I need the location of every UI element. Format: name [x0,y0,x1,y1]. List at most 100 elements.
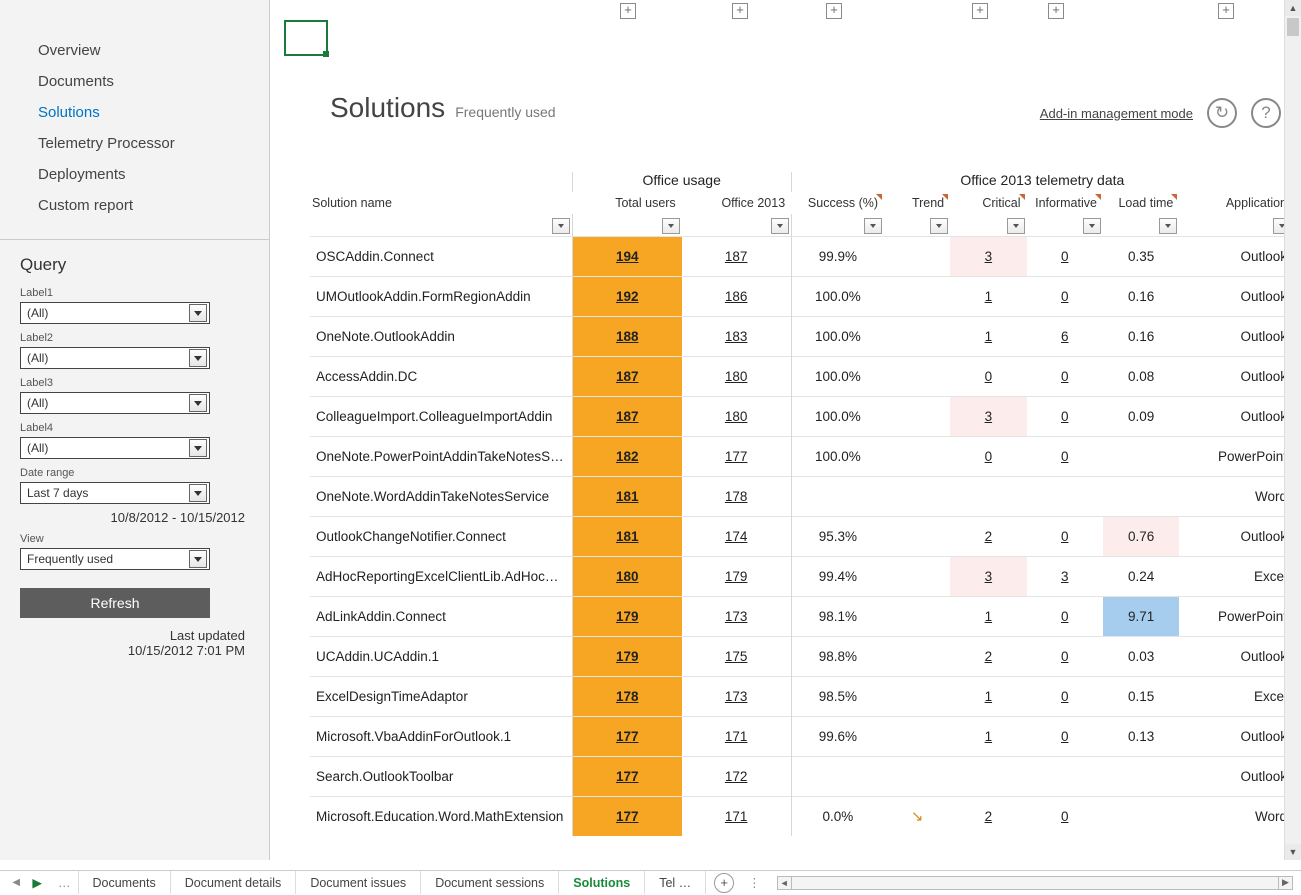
refresh-icon[interactable]: ↻ [1207,98,1237,128]
cell-critical[interactable]: 1 [950,276,1026,316]
cell-informative[interactable]: 0 [1027,516,1103,556]
label4-combo[interactable]: (All) [20,437,210,459]
cell-office-2013[interactable]: 175 [682,636,791,676]
cell-critical[interactable]: 0 [950,356,1026,396]
nav-item-overview[interactable]: Overview [38,35,269,66]
cell-total-users[interactable]: 187 [572,396,681,436]
cell-total-users[interactable]: 180 [572,556,681,596]
cell-total-users[interactable]: 179 [572,636,681,676]
cell-office-2013[interactable]: 178 [682,476,791,516]
sheet-tab-document-sessions[interactable]: Document sessions [420,871,559,894]
label2-combo[interactable]: (All) [20,347,210,369]
cell-informative[interactable]: 6 [1027,316,1103,356]
sheet-nav-prev-icon[interactable]: ◄ [10,875,22,890]
cell-total-users[interactable]: 177 [572,756,681,796]
cell-critical[interactable]: 3 [950,556,1026,596]
scroll-right-icon[interactable]: ▶ [1278,877,1292,889]
chevron-down-icon[interactable] [189,484,207,502]
cell-critical[interactable]: 1 [950,676,1026,716]
cell-critical[interactable]: 2 [950,636,1026,676]
cell-critical[interactable]: 0 [950,436,1026,476]
cell-office-2013[interactable]: 171 [682,796,791,836]
nav-item-custom-report[interactable]: Custom report [38,190,269,221]
cell-informative[interactable]: 0 [1027,236,1103,276]
cell-office-2013[interactable]: 172 [682,756,791,796]
sheet-tab-tel-[interactable]: Tel … [644,871,706,894]
cell-office-2013[interactable]: 173 [682,596,791,636]
cell-informative[interactable]: 0 [1027,716,1103,756]
nav-item-documents[interactable]: Documents [38,66,269,97]
cell-total-users[interactable]: 187 [572,356,681,396]
cell-critical[interactable]: 1 [950,316,1026,356]
column-expand-button[interactable]: + [1048,3,1064,19]
chevron-down-icon[interactable] [189,550,207,568]
chevron-down-icon[interactable] [189,349,207,367]
cell-informative[interactable]: 0 [1027,396,1103,436]
sheet-tab-solutions[interactable]: Solutions [558,872,645,895]
filter-icon[interactable] [1083,218,1101,234]
scroll-left-icon[interactable]: ◄ [778,877,792,889]
sheet-tab-documents[interactable]: Documents [78,871,171,894]
cell-office-2013[interactable]: 183 [682,316,791,356]
cell-informative[interactable]: 0 [1027,276,1103,316]
sheet-overflow-icon[interactable]: … [52,876,79,890]
addin-mode-link[interactable]: Add-in management mode [1040,106,1193,121]
cell-total-users[interactable]: 177 [572,796,681,836]
chevron-down-icon[interactable] [189,439,207,457]
cell-office-2013[interactable]: 179 [682,556,791,596]
cell-office-2013[interactable]: 177 [682,436,791,476]
column-expand-button[interactable]: + [1218,3,1234,19]
chevron-down-icon[interactable] [189,394,207,412]
cell-office-2013[interactable]: 180 [682,396,791,436]
sheet-tab-document-issues[interactable]: Document issues [295,871,421,894]
cell-informative[interactable]: 0 [1027,676,1103,716]
filter-icon[interactable] [1159,218,1177,234]
cell-office-2013[interactable]: 171 [682,716,791,756]
sheet-tab-document-details[interactable]: Document details [170,871,297,894]
sheet-drag-icon[interactable]: ⋮ [742,875,769,890]
add-sheet-button[interactable]: + [714,873,734,893]
cell-total-users[interactable]: 188 [572,316,681,356]
label3-combo[interactable]: (All) [20,392,210,414]
daterange-combo[interactable]: Last 7 days [20,482,210,504]
cell-informative[interactable]: 3 [1027,556,1103,596]
cell-critical[interactable]: 3 [950,396,1026,436]
label1-combo[interactable]: (All) [20,302,210,324]
scroll-up-icon[interactable]: ▲ [1285,0,1301,16]
column-expand-button[interactable]: + [732,3,748,19]
cell-total-users[interactable]: 181 [572,516,681,556]
cell-critical[interactable]: 1 [950,716,1026,756]
cell-informative[interactable]: 0 [1027,356,1103,396]
refresh-button[interactable]: Refresh [20,588,210,618]
filter-icon[interactable] [864,218,882,234]
cell-critical[interactable]: 1 [950,596,1026,636]
help-icon[interactable]: ? [1251,98,1281,128]
cell-total-users[interactable]: 182 [572,436,681,476]
column-expand-button[interactable]: + [620,3,636,19]
column-expand-button[interactable]: + [826,3,842,19]
cell-critical[interactable]: 3 [950,236,1026,276]
filter-icon[interactable] [1007,218,1025,234]
horizontal-scrollbar[interactable]: ◄ ▶ [777,876,1293,890]
sheet-nav-next-icon[interactable]: ▶ [32,875,42,890]
cell-office-2013[interactable]: 174 [682,516,791,556]
cell-informative[interactable]: 0 [1027,596,1103,636]
cell-office-2013[interactable]: 187 [682,236,791,276]
cell-office-2013[interactable]: 173 [682,676,791,716]
cell-critical[interactable]: 2 [950,516,1026,556]
cell-office-2013[interactable]: 180 [682,356,791,396]
nav-item-solutions[interactable]: Solutions [38,97,269,128]
cell-informative[interactable]: 0 [1027,436,1103,476]
filter-icon[interactable] [771,218,789,234]
cell-office-2013[interactable]: 186 [682,276,791,316]
chevron-down-icon[interactable] [189,304,207,322]
nav-item-telemetry-processor[interactable]: Telemetry Processor [38,128,269,159]
cell-total-users[interactable]: 178 [572,676,681,716]
cell-total-users[interactable]: 181 [572,476,681,516]
view-combo[interactable]: Frequently used [20,548,210,570]
cell-informative[interactable]: 0 [1027,796,1103,836]
filter-icon[interactable] [552,218,570,234]
filter-icon[interactable] [662,218,680,234]
scroll-down-icon[interactable]: ▼ [1285,844,1301,860]
cell-total-users[interactable]: 192 [572,276,681,316]
